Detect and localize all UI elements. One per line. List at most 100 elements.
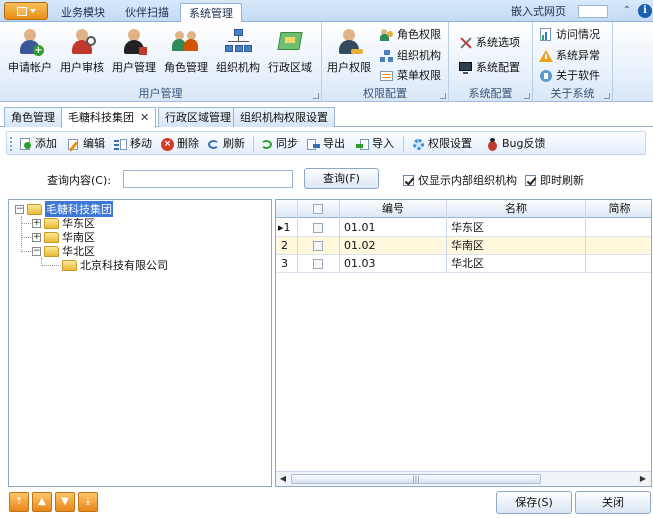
col-code-header[interactable]: 编号	[340, 200, 447, 218]
tab-system-management[interactable]: 系统管理	[180, 3, 242, 23]
role-permission-button[interactable]: 角色权限	[380, 26, 441, 44]
admin-region-button[interactable]: 行政区域	[265, 26, 315, 76]
row-checkbox-cell[interactable]	[298, 255, 340, 273]
cell-short[interactable]	[586, 255, 651, 273]
user-management-button[interactable]: 用户管理	[109, 26, 159, 76]
system-options-button[interactable]: 系统选项	[459, 34, 520, 52]
tools-icon	[459, 36, 473, 50]
org-tree[interactable]: − 毛糖科技集团 + 华东区 + 华南区 − 华北区 北京科技有限公司	[8, 199, 272, 487]
edit-icon	[67, 138, 80, 152]
tab-partner-scan[interactable]: 伙伴扫描	[117, 3, 177, 22]
tab-org-permission-settings[interactable]: 组织机构权限设置	[233, 107, 335, 127]
toolbar-grip[interactable]	[10, 137, 12, 151]
cell-short[interactable]	[586, 219, 651, 237]
col-short-header[interactable]: 简称	[586, 200, 651, 218]
system-config-button[interactable]: 系统配置	[459, 59, 520, 77]
ribbon-tab-bar: 业务模块 伙伴扫描 系统管理 嵌入式网页 ⌃ i	[0, 0, 653, 23]
checkbox-checked[interactable]	[403, 174, 414, 186]
tree-node-beijing[interactable]: 北京科技有限公司	[62, 258, 168, 272]
refresh-button[interactable]: 刷新	[207, 135, 245, 153]
import-button[interactable]: 导入	[356, 135, 394, 153]
tree-node-north[interactable]: − 华北区	[32, 244, 95, 258]
add-button[interactable]: 添加	[19, 135, 57, 153]
col-name-header[interactable]: 名称	[447, 200, 586, 218]
dialog-launcher-icon[interactable]	[313, 93, 319, 99]
scroll-left-icon[interactable]: ◀	[278, 474, 288, 484]
tab-maotang-group[interactable]: 毛糖科技集团 ✕	[61, 107, 157, 128]
export-button[interactable]: 导出	[307, 135, 345, 153]
save-button[interactable]: 保存(S)	[496, 491, 572, 514]
close-button[interactable]: 关闭	[575, 491, 651, 514]
sync-button[interactable]: 同步	[260, 135, 298, 153]
bug-report-button[interactable]: Bug反馈	[486, 135, 546, 153]
move-button[interactable]: 移动	[114, 135, 152, 153]
organization-button[interactable]: 组织机构	[213, 26, 263, 76]
tree-node-root[interactable]: − 毛糖科技集团	[15, 201, 113, 217]
embed-field[interactable]	[578, 5, 608, 18]
row-checkbox[interactable]	[313, 259, 323, 269]
collapse-icon[interactable]: −	[32, 246, 41, 256]
app-menu-button[interactable]	[4, 2, 48, 20]
table-row[interactable]: ▸1 01.01 华东区	[276, 219, 651, 237]
query-input[interactable]	[123, 170, 293, 188]
cell-code[interactable]: 01.02	[340, 237, 447, 255]
tab-admin-region[interactable]: 行政区域管理	[158, 107, 238, 127]
monitor-config-icon	[459, 61, 473, 75]
data-grid[interactable]: 编号 名称 简称 ▸1 01.01 华东区 2 01.02 华南区 3 01.0…	[275, 199, 652, 487]
cell-name[interactable]: 华北区	[447, 255, 586, 273]
table-row[interactable]: 2 01.02 华南区	[276, 237, 651, 255]
access-stats-button[interactable]: 访问情况	[539, 26, 600, 44]
org-permission-button[interactable]: 组织机构	[380, 47, 441, 65]
row-checkbox[interactable]	[313, 241, 323, 251]
close-icon[interactable]: ✕	[140, 111, 149, 124]
move-top-button[interactable]: ⤒	[9, 492, 29, 512]
cell-short[interactable]	[586, 237, 651, 255]
internal-only-checkbox[interactable]: 仅显示内部组织机构	[403, 172, 517, 188]
move-down-button[interactable]: ▼	[55, 492, 75, 512]
role-management-button[interactable]: 角色管理	[161, 26, 211, 76]
cell-name[interactable]: 华东区	[447, 219, 586, 237]
select-all-column[interactable]	[298, 200, 340, 218]
tree-node-south[interactable]: + 华南区	[32, 230, 95, 244]
apply-account-button[interactable]: + 申请帐户	[5, 26, 55, 76]
expand-icon[interactable]: +	[32, 232, 41, 242]
edit-label: 编辑	[83, 137, 105, 150]
tab-role-management[interactable]: 角色管理	[4, 107, 62, 127]
select-all-checkbox[interactable]	[313, 204, 323, 214]
move-up-button[interactable]: ▲	[32, 492, 52, 512]
expand-icon[interactable]: +	[32, 218, 41, 228]
collapse-icon[interactable]: −	[15, 204, 24, 214]
tab-business[interactable]: 业务模块	[53, 3, 113, 22]
cell-name[interactable]: 华南区	[447, 237, 586, 255]
tree-node-east[interactable]: + 华东区	[32, 216, 95, 230]
row-checkbox-cell[interactable]	[298, 237, 340, 255]
checkbox-checked[interactable]	[525, 174, 536, 186]
instant-refresh-checkbox[interactable]: 即时刷新	[525, 172, 584, 188]
delete-button[interactable]: × 删除	[161, 135, 199, 153]
dialog-launcher-icon[interactable]	[524, 93, 530, 99]
scroll-thumb[interactable]: |||	[291, 474, 541, 484]
toolbar-separator	[403, 136, 404, 152]
dialog-launcher-icon[interactable]	[440, 93, 446, 99]
info-icon[interactable]: i	[638, 4, 652, 18]
user-permission-button[interactable]: 用户权限	[324, 26, 374, 76]
collapse-ribbon-icon[interactable]: ⌃	[620, 4, 634, 18]
menu-permission-button[interactable]: 菜单权限	[380, 67, 441, 85]
query-button[interactable]: 查询(F)	[304, 168, 379, 189]
cell-code[interactable]: 01.01	[340, 219, 447, 237]
cell-code[interactable]: 01.03	[340, 255, 447, 273]
about-software-button[interactable]: 关于软件	[539, 67, 600, 85]
row-checkbox-cell[interactable]	[298, 219, 340, 237]
edit-button[interactable]: 编辑	[67, 135, 105, 153]
scroll-right-icon[interactable]: ▶	[638, 474, 648, 484]
move-bottom-button[interactable]: ⤓	[78, 492, 98, 512]
system-error-button[interactable]: 系统异常	[539, 47, 600, 65]
instant-refresh-label: 即时刷新	[540, 174, 584, 187]
group-user-management-label: 用户管理	[138, 87, 183, 100]
table-row[interactable]: 3 01.03 华北区	[276, 255, 651, 273]
row-checkbox[interactable]	[313, 223, 323, 233]
horizontal-scrollbar[interactable]: ◀ ||| ▶	[276, 471, 651, 486]
permission-settings-button[interactable]: 权限设置	[412, 135, 472, 153]
user-audit-button[interactable]: 用户审核	[57, 26, 107, 76]
dialog-launcher-icon[interactable]	[604, 93, 610, 99]
